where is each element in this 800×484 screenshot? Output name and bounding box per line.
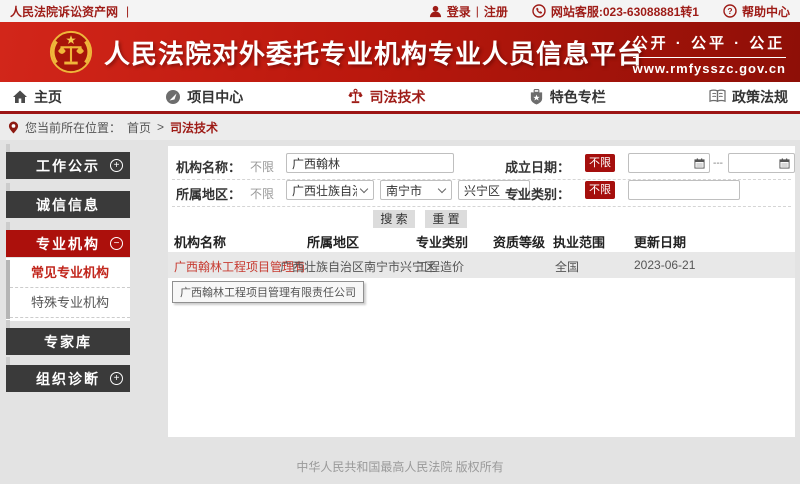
sidebar-item-integrity-info[interactable]: 诚信信息	[6, 191, 130, 218]
location-pin-icon	[8, 121, 19, 134]
submenu-item-common-orgs[interactable]: 常见专业机构	[10, 258, 130, 288]
main-panel: 机构名称： 不限 成立日期： 不限 --- 所属地区： 不限 广西壮族自治区 南…	[168, 146, 795, 437]
svg-text:?: ?	[727, 6, 732, 16]
sidebar-item-label: 专业机构	[36, 234, 100, 254]
site-banner: 人民法院对外委托专业机构专业人员信息平台 公开 · 公平 · 公正 www.rm…	[0, 22, 800, 82]
sidebar-item-label: 工作公示	[36, 156, 100, 176]
register-link[interactable]: 注册	[484, 3, 508, 20]
site-title: 人民法院对外委托专业机构专业人员信息平台	[104, 34, 644, 71]
org-name-label: 机构名称：	[176, 157, 241, 176]
book-icon	[709, 89, 726, 104]
nav-item-label: 司法技术	[370, 87, 426, 107]
sidebar-item-label: 组织诊断	[36, 369, 100, 389]
sidebar-item-label: 诚信信息	[36, 195, 100, 215]
sidebar-submenu: 常见专业机构 特殊专业机构	[6, 258, 130, 321]
user-icon	[429, 5, 442, 18]
nav-item-judicial-tech[interactable]: 司法技术	[347, 87, 426, 107]
expand-icon[interactable]: +	[110, 159, 123, 172]
calendar-icon	[694, 158, 705, 169]
project-center-icon	[165, 89, 181, 105]
help-icon: ?	[723, 4, 737, 18]
category-input[interactable]	[628, 180, 740, 200]
footer-copyright: 中华人民共和国最高人民法院 版权所有	[0, 458, 800, 475]
page: 人民法院诉讼资产网 | 登录 | 注册 网站客服:023-63088881转1 …	[0, 0, 800, 484]
top-utility-bar: 人民法院诉讼资产网 | 登录 | 注册 网站客服:023-63088881转1 …	[0, 0, 800, 22]
founded-date-label: 成立日期：	[505, 157, 570, 176]
nav-item-label: 项目中心	[187, 87, 243, 107]
col-header-scope: 执业范围	[553, 232, 605, 251]
site-name-link[interactable]: 人民法院诉讼资产网	[10, 3, 118, 20]
home-icon	[12, 89, 28, 105]
login-link[interactable]: 登录	[447, 3, 471, 20]
org-name-any[interactable]: 不限	[250, 158, 274, 175]
nav-item-policies[interactable]: 政策法规	[709, 87, 788, 107]
col-header-grade: 资质等级	[493, 232, 545, 251]
founded-any-button[interactable]: 不限	[585, 154, 615, 172]
col-header-org-name: 机构名称	[174, 232, 226, 251]
login-register-divider: |	[476, 4, 479, 18]
col-header-region: 所属地区	[307, 232, 359, 251]
reset-button[interactable]: 重 置	[425, 210, 467, 228]
form-divider	[172, 206, 791, 207]
help-center-link[interactable]: 帮助中心	[742, 3, 790, 20]
search-button[interactable]: 搜 索	[373, 210, 415, 228]
nav-item-home[interactable]: 主页	[12, 87, 62, 107]
cell-region: 广西壮族自治区南宁市兴宁区	[280, 258, 436, 275]
category-label: 专业类别：	[505, 184, 570, 203]
cell-scope: 全国	[555, 258, 579, 275]
topbar-divider: |	[126, 4, 129, 18]
service-phone[interactable]: 网站客服:023-63088881转1	[551, 3, 699, 20]
breadcrumb-prefix: 您当前所在位置：	[25, 119, 121, 136]
badge-star-icon	[529, 89, 544, 105]
city-select[interactable]: 南宁市	[380, 180, 452, 200]
founded-date-to-input[interactable]	[728, 153, 795, 173]
nav-item-project-center[interactable]: 项目中心	[165, 87, 243, 107]
breadcrumb-home[interactable]: 首页	[127, 119, 151, 136]
org-name-input[interactable]	[286, 153, 454, 173]
city-select-value: 南宁市	[386, 182, 422, 199]
province-select[interactable]: 广西壮族自治区	[286, 180, 374, 200]
calendar-icon	[779, 158, 790, 169]
sidebar-item-org-diagnosis[interactable]: 组织诊断 +	[6, 365, 130, 392]
date-range-separator: ---	[713, 158, 723, 169]
sidebar-item-expert-library[interactable]: 专家库	[6, 328, 130, 355]
court-emblem-icon	[48, 29, 94, 75]
submenu-item-special-orgs[interactable]: 特殊专业机构	[10, 288, 130, 318]
col-header-category: 专业类别	[416, 232, 468, 251]
cell-updated: 2023-06-21	[634, 258, 695, 272]
org-name-tooltip: 广西翰林工程项目管理有限责任公司	[172, 281, 364, 303]
region-label: 所属地区：	[176, 184, 241, 203]
collapse-icon[interactable]: −	[110, 237, 123, 250]
site-url: www.rmfysszc.gov.cn	[633, 61, 786, 76]
district-select-value: 兴宁区	[464, 182, 500, 199]
sidebar-item-label: 专家库	[44, 332, 92, 352]
scales-icon	[347, 88, 364, 105]
expand-icon[interactable]: +	[110, 372, 123, 385]
breadcrumb-separator: >	[157, 120, 164, 134]
province-select-value: 广西壮族自治区	[292, 182, 357, 199]
phone-icon	[532, 4, 546, 18]
region-any[interactable]: 不限	[250, 185, 274, 202]
nav-item-featured[interactable]: 特色专栏	[529, 87, 606, 107]
category-any-button[interactable]: 不限	[585, 181, 615, 199]
main-nav: 主页 项目中心 司法技术	[0, 82, 800, 114]
chevron-down-icon	[438, 184, 446, 192]
col-header-updated: 更新日期	[634, 232, 686, 251]
breadcrumb-current[interactable]: 司法技术	[170, 119, 218, 136]
sidebar-item-professional-orgs[interactable]: 专业机构 −	[6, 230, 130, 257]
founded-date-from-input[interactable]	[628, 153, 710, 173]
nav-item-label: 特色专栏	[550, 87, 606, 107]
breadcrumb: 您当前所在位置： 首页 > 司法技术	[0, 114, 800, 140]
nav-item-label: 主页	[34, 87, 62, 107]
sidebar-item-work-publicity[interactable]: 工作公示 +	[6, 152, 130, 179]
cell-category: 工程造价	[416, 258, 464, 275]
site-slogan: 公开 · 公平 · 公正	[633, 32, 786, 58]
nav-item-label: 政策法规	[732, 87, 788, 107]
chevron-down-icon	[360, 184, 368, 192]
